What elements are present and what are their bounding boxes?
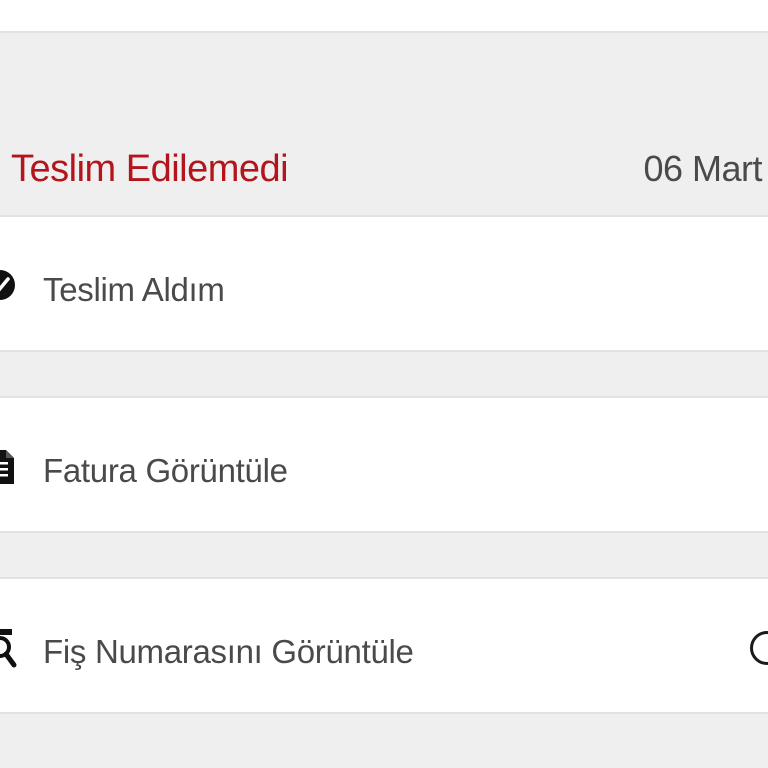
document-icon <box>0 444 18 488</box>
order-status-date: 06 Mart <box>643 148 762 189</box>
order-detail-screen: Teslim Edilemedi 06 Mart Teslim Aldım Fa… <box>0 0 768 768</box>
view-invoice-label: Fatura Görüntüle <box>43 452 288 489</box>
top-section <box>0 0 768 33</box>
confirm-delivery-label: Teslim Aldım <box>43 271 225 308</box>
receipt-search-icon <box>0 625 18 669</box>
view-receipt-number-label: Fiş Numarasını Görüntüle <box>43 633 414 670</box>
order-status-label: Teslim Edilemedi <box>11 148 289 190</box>
info-icon[interactable] <box>750 631 768 665</box>
order-status-header: Teslim Edilemedi 06 Mart <box>0 35 768 215</box>
check-circle-icon <box>0 263 18 307</box>
view-receipt-number-button[interactable]: Fiş Numarasını Görüntüle <box>0 577 768 714</box>
view-invoice-button[interactable]: Fatura Görüntüle <box>0 396 768 533</box>
confirm-delivery-button[interactable]: Teslim Aldım <box>0 215 768 352</box>
